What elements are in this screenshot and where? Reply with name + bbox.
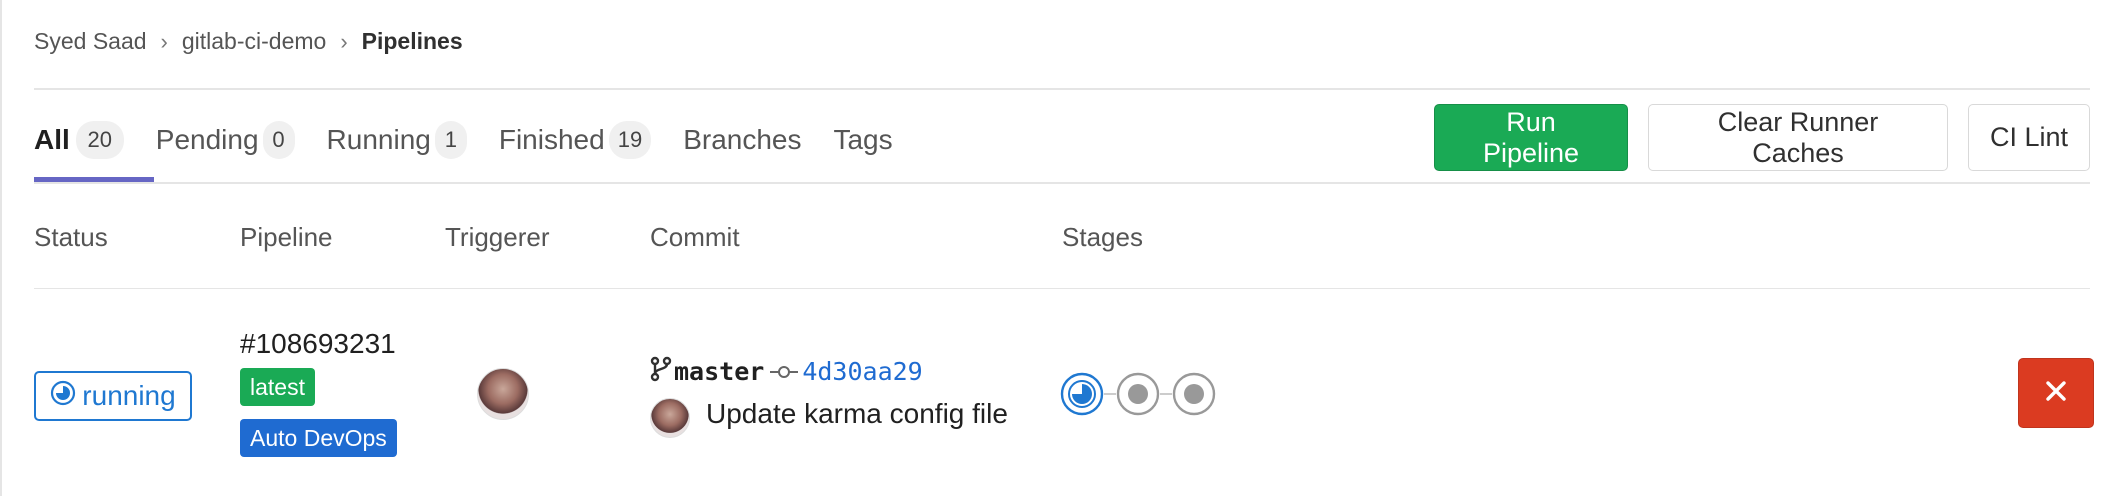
ci-lint-button[interactable]: CI Lint: [1968, 104, 2090, 171]
stage-connector: [1104, 393, 1116, 395]
branch-icon: [650, 356, 672, 387]
header-commit: Commit: [650, 222, 740, 252]
commit-ref: master 4d30aa29: [650, 356, 923, 387]
stage-connector: [1160, 393, 1172, 395]
tab-tags[interactable]: Tags: [833, 106, 892, 174]
tab-label: Finished: [498, 124, 605, 155]
tab-label: Pending: [155, 124, 259, 155]
run-pipeline-button[interactable]: Run Pipeline: [1434, 104, 1628, 171]
tab-all[interactable]: All 20: [34, 106, 124, 174]
tab-count-badge: 0: [262, 121, 295, 159]
close-icon: [2044, 379, 2068, 408]
commit-author-avatar[interactable]: [650, 398, 690, 438]
breadcrumb: Syed Saad › gitlab-ci-demo › Pipelines: [34, 28, 463, 55]
stage-created-icon[interactable]: [1116, 372, 1160, 416]
header-status: Status: [34, 222, 108, 252]
commit-sha-link[interactable]: 4d30aa29: [802, 357, 922, 386]
tab-pending[interactable]: Pending 0: [156, 106, 295, 174]
stage-created-icon[interactable]: [1172, 372, 1216, 416]
triggerer-avatar[interactable]: [477, 368, 529, 420]
header-triggerer: Triggerer: [445, 222, 550, 252]
pipeline-id-link[interactable]: #108693231: [240, 328, 396, 360]
breadcrumb-project[interactable]: gitlab-ci-demo: [182, 28, 326, 55]
auto-devops-tag: Auto DevOps: [240, 419, 397, 457]
tab-branches[interactable]: Branches: [683, 106, 801, 174]
tab-finished[interactable]: Finished 19: [498, 106, 652, 174]
branch-link[interactable]: master: [674, 357, 764, 386]
header-pipeline: Pipeline: [240, 222, 333, 252]
status-badge[interactable]: running: [34, 371, 192, 421]
tab-label: Tags: [833, 124, 893, 155]
chevron-right-icon: ›: [160, 28, 168, 54]
status-running-icon: [50, 380, 76, 413]
stage-running-icon[interactable]: [1060, 372, 1104, 416]
divider: [34, 182, 2090, 184]
breadcrumb-user[interactable]: Syed Saad: [34, 28, 147, 55]
tab-count-badge: 1: [434, 121, 467, 159]
breadcrumb-current[interactable]: Pipelines: [362, 28, 463, 55]
clear-runner-caches-button[interactable]: Clear Runner Caches: [1648, 104, 1948, 171]
pipeline-stages: [1060, 372, 1216, 416]
pipeline-actions: Run Pipeline Clear Runner Caches CI Lint: [1434, 104, 2090, 171]
commit-message-link[interactable]: Update karma config file: [706, 398, 1008, 430]
pipeline-tabs: All 20 Pending 0 Running 1 Finished 19 B…: [34, 106, 925, 174]
cancel-pipeline-button[interactable]: [2018, 358, 2094, 428]
chevron-right-icon: ›: [340, 28, 348, 54]
tab-label: Branches: [683, 124, 802, 155]
status-label: running: [82, 380, 176, 411]
divider: [34, 88, 2090, 90]
tab-count-badge: 20: [75, 121, 124, 159]
tab-label: Running: [326, 124, 431, 155]
tab-label: All: [34, 124, 70, 155]
tab-running[interactable]: Running 1: [327, 106, 467, 174]
tab-count-badge: 19: [608, 121, 652, 159]
divider: [34, 288, 2090, 289]
commit-icon: [770, 364, 799, 380]
left-border: [0, 0, 2, 496]
header-stages: Stages: [1062, 222, 1143, 252]
latest-tag: latest: [240, 368, 315, 406]
